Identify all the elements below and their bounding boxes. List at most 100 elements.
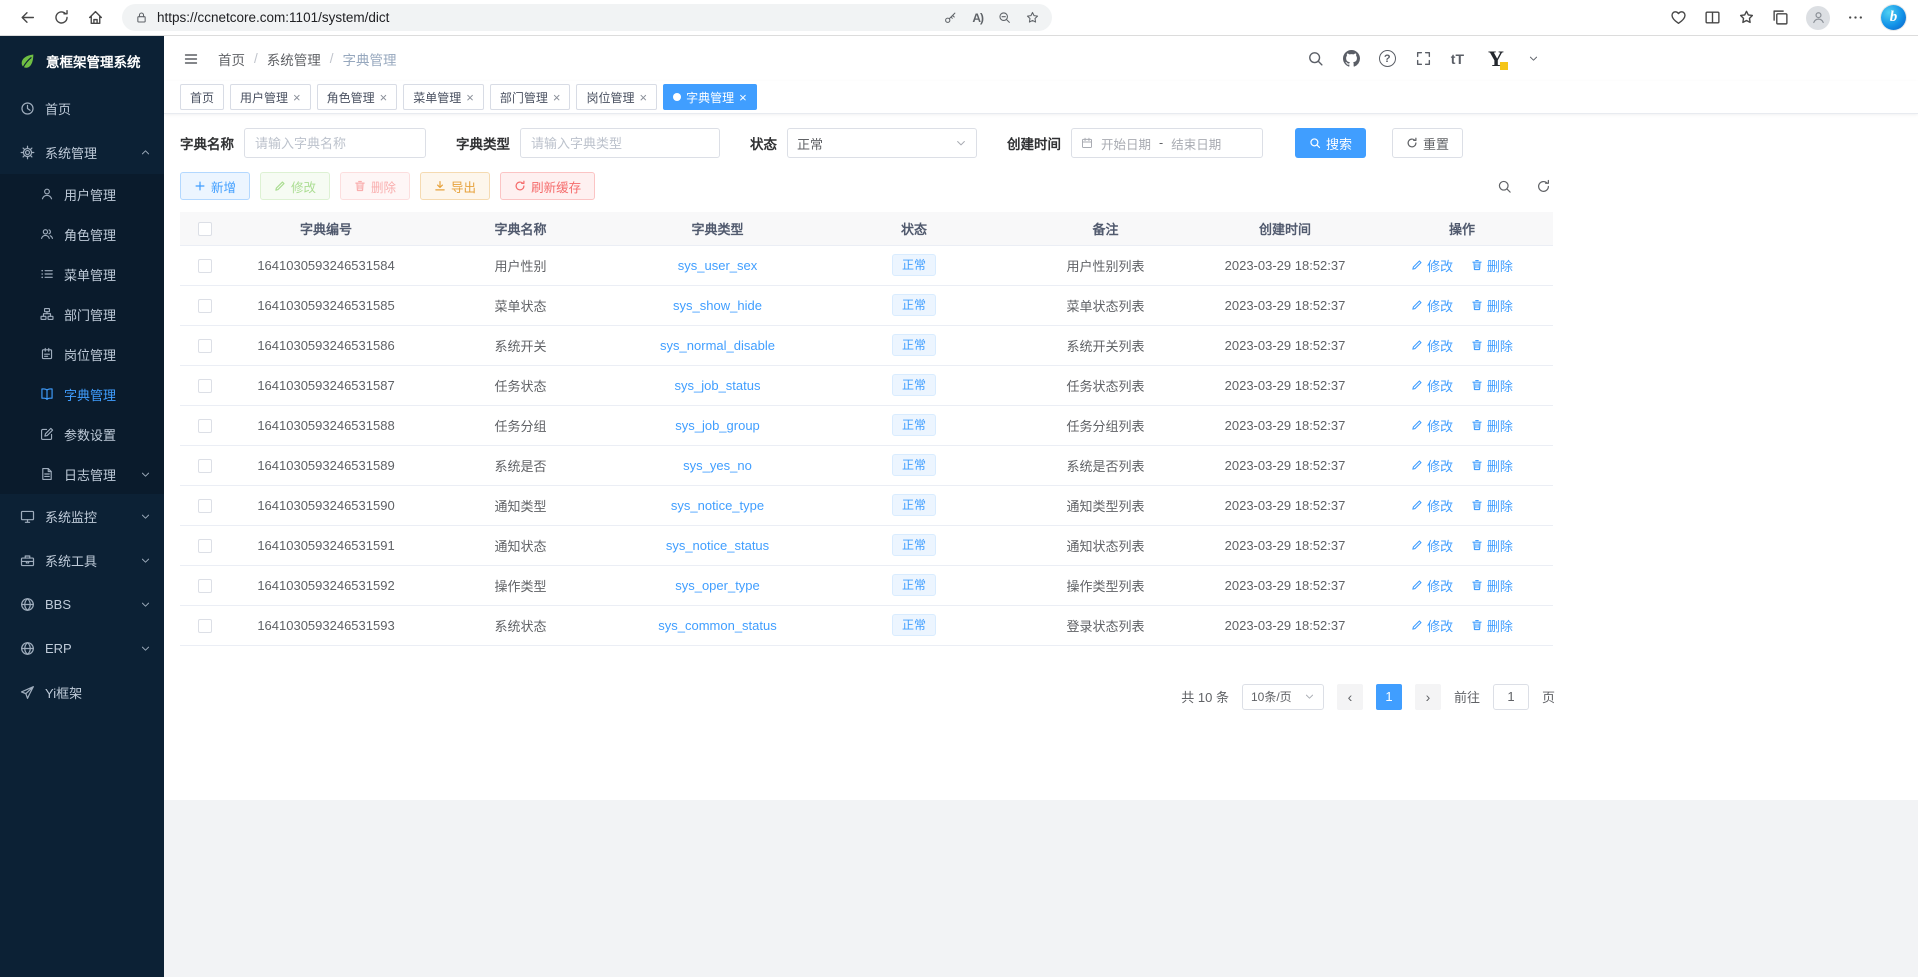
close-icon[interactable]: ×: [380, 91, 388, 104]
dict-type-link[interactable]: sys_oper_type: [675, 578, 760, 593]
user-avatar[interactable]: Y: [1483, 46, 1509, 72]
refresh-table-icon[interactable]: [1536, 179, 1551, 194]
export-button[interactable]: 导出: [420, 172, 490, 200]
row-delete-button[interactable]: 删除: [1471, 496, 1513, 515]
dict-type-link[interactable]: sys_job_group: [675, 418, 760, 433]
sidebar-item-system-management[interactable]: 系统管理: [0, 130, 164, 174]
split-screen-icon[interactable]: [1704, 9, 1721, 26]
table-row[interactable]: 1641030593246531592 操作类型 sys_oper_type 正…: [180, 565, 1553, 605]
select-all-checkbox[interactable]: [198, 222, 212, 236]
dict-type-link[interactable]: sys_yes_no: [683, 458, 752, 473]
tab-home[interactable]: 首页: [180, 84, 224, 110]
row-delete-button[interactable]: 删除: [1471, 416, 1513, 435]
app-logo[interactable]: 意框架管理系统: [0, 36, 164, 86]
row-delete-button[interactable]: 删除: [1471, 256, 1513, 275]
refresh-cache-button[interactable]: 刷新缓存: [500, 172, 595, 200]
sidebar-item-param-settings[interactable]: 参数设置: [0, 414, 164, 454]
collections-icon[interactable]: [1772, 9, 1789, 26]
sidebar-item-home[interactable]: 首页: [0, 86, 164, 130]
row-edit-button[interactable]: 修改: [1411, 296, 1453, 315]
breadcrumb-system[interactable]: 系统管理: [267, 49, 321, 69]
github-icon[interactable]: [1343, 50, 1360, 67]
table-row[interactable]: 1641030593246531591 通知状态 sys_notice_stat…: [180, 525, 1553, 565]
row-edit-button[interactable]: 修改: [1411, 456, 1453, 475]
goto-page-input[interactable]: [1493, 684, 1529, 710]
toggle-search-icon[interactable]: [1497, 179, 1512, 194]
table-row[interactable]: 1641030593246531585 菜单状态 sys_show_hide 正…: [180, 285, 1553, 325]
tab-dict-management[interactable]: 字典管理×: [663, 84, 757, 110]
chevron-down-icon[interactable]: [1528, 53, 1539, 64]
dict-type-input[interactable]: [520, 128, 720, 158]
table-row[interactable]: 1641030593246531593 系统状态 sys_common_stat…: [180, 605, 1553, 645]
favorite-star-icon[interactable]: [1026, 11, 1039, 24]
prev-page-button[interactable]: ‹: [1337, 684, 1363, 710]
row-edit-button[interactable]: 修改: [1411, 416, 1453, 435]
breadcrumb-home[interactable]: 首页: [218, 49, 245, 69]
sidebar-item-erp[interactable]: ERP: [0, 626, 164, 670]
row-edit-button[interactable]: 修改: [1411, 376, 1453, 395]
help-icon[interactable]: ?: [1379, 50, 1396, 67]
sidebar-item-yi-framework[interactable]: Yi框架: [0, 670, 164, 714]
sidebar-toggle-button[interactable]: [176, 44, 206, 74]
row-checkbox[interactable]: [198, 339, 212, 353]
reset-button[interactable]: 重置: [1392, 128, 1463, 158]
row-delete-button[interactable]: 删除: [1471, 456, 1513, 475]
row-checkbox[interactable]: [198, 379, 212, 393]
tab-role-management[interactable]: 角色管理×: [317, 84, 398, 110]
close-icon[interactable]: ×: [739, 91, 747, 104]
dict-type-link[interactable]: sys_common_status: [658, 618, 777, 633]
row-edit-button[interactable]: 修改: [1411, 256, 1453, 275]
table-row[interactable]: 1641030593246531586 系统开关 sys_normal_disa…: [180, 325, 1553, 365]
sidebar-item-dict-management[interactable]: 字典管理: [0, 374, 164, 414]
row-edit-button[interactable]: 修改: [1411, 496, 1453, 515]
row-checkbox[interactable]: [198, 459, 212, 473]
close-icon[interactable]: ×: [639, 91, 647, 104]
sidebar-item-user-management[interactable]: 用户管理: [0, 174, 164, 214]
row-delete-button[interactable]: 删除: [1471, 536, 1513, 555]
browser-refresh-button[interactable]: [46, 3, 76, 33]
date-range-picker[interactable]: 开始日期 - 结束日期: [1071, 128, 1263, 158]
dict-name-input[interactable]: [244, 128, 426, 158]
copilot-icon[interactable]: b: [1881, 5, 1906, 30]
dict-type-link[interactable]: sys_user_sex: [678, 258, 757, 273]
password-key-icon[interactable]: [944, 11, 957, 24]
tab-dept-management[interactable]: 部门管理×: [490, 84, 571, 110]
search-button[interactable]: 搜索: [1295, 128, 1366, 158]
status-select[interactable]: 正常: [787, 128, 977, 158]
sidebar-item-post-management[interactable]: 岗位管理: [0, 334, 164, 374]
next-page-button[interactable]: ›: [1415, 684, 1441, 710]
dict-type-link[interactable]: sys_show_hide: [673, 298, 762, 313]
browser-home-button[interactable]: [80, 3, 110, 33]
table-row[interactable]: 1641030593246531588 任务分组 sys_job_group 正…: [180, 405, 1553, 445]
row-checkbox[interactable]: [198, 539, 212, 553]
sidebar-item-system-tools[interactable]: 系统工具: [0, 538, 164, 582]
sidebar-item-system-monitor[interactable]: 系统监控: [0, 494, 164, 538]
add-button[interactable]: 新增: [180, 172, 250, 200]
address-bar[interactable]: https://ccnetcore.com:1101/system/dict A…: [122, 4, 1052, 31]
tab-user-management[interactable]: 用户管理×: [230, 84, 311, 110]
sidebar-item-dept-management[interactable]: 部门管理: [0, 294, 164, 334]
row-checkbox[interactable]: [198, 259, 212, 273]
favorites-bar-icon[interactable]: [1738, 9, 1755, 26]
table-row[interactable]: 1641030593246531589 系统是否 sys_yes_no 正常 系…: [180, 445, 1553, 485]
close-icon[interactable]: ×: [466, 91, 474, 104]
table-row[interactable]: 1641030593246531590 通知类型 sys_notice_type…: [180, 485, 1553, 525]
sidebar-item-menu-management[interactable]: 菜单管理: [0, 254, 164, 294]
row-checkbox[interactable]: [198, 419, 212, 433]
fullscreen-icon[interactable]: [1415, 50, 1432, 67]
search-icon[interactable]: [1307, 50, 1324, 67]
tab-menu-management[interactable]: 菜单管理×: [403, 84, 484, 110]
dict-type-link[interactable]: sys_notice_type: [671, 498, 764, 513]
row-delete-button[interactable]: 删除: [1471, 376, 1513, 395]
row-edit-button[interactable]: 修改: [1411, 536, 1453, 555]
delete-button[interactable]: 删除: [340, 172, 410, 200]
tab-post-management[interactable]: 岗位管理×: [576, 84, 657, 110]
row-edit-button[interactable]: 修改: [1411, 616, 1453, 635]
profile-avatar[interactable]: [1806, 6, 1830, 30]
row-delete-button[interactable]: 删除: [1471, 296, 1513, 315]
sidebar-item-role-management[interactable]: 角色管理: [0, 214, 164, 254]
zoom-out-icon[interactable]: [998, 11, 1011, 24]
dict-type-link[interactable]: sys_normal_disable: [660, 338, 775, 353]
page-1-button[interactable]: 1: [1376, 684, 1402, 710]
row-checkbox[interactable]: [198, 579, 212, 593]
